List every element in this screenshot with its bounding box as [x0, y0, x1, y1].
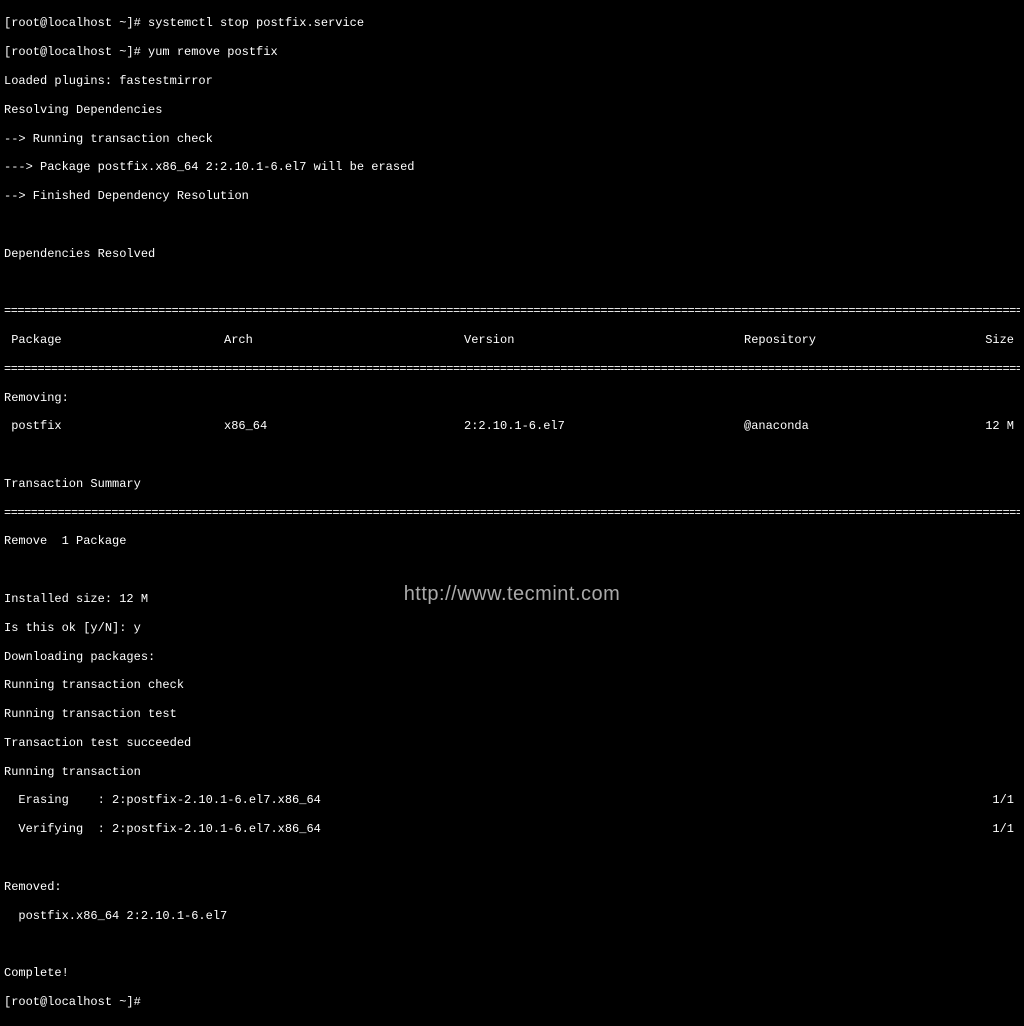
- transaction-summary-label: Transaction Summary: [4, 477, 1020, 491]
- terminal-output[interactable]: [root@localhost ~]# systemctl stop postf…: [0, 0, 1024, 1026]
- pkg-name: postfix: [4, 419, 224, 433]
- pkg-version: 2:2.10.1-6.el7: [464, 419, 744, 433]
- output-line: --> Running transaction check: [4, 132, 1020, 146]
- output-line: Dependencies Resolved: [4, 247, 1020, 261]
- blank-line: [4, 563, 1020, 577]
- output-line: ---> Package postfix.x86_64 2:2.10.1-6.e…: [4, 160, 1020, 174]
- verifying-label: Verifying : 2:postfix-2.10.1-6.el7.x86_6…: [4, 822, 321, 836]
- verifying-progress: 1/1: [992, 822, 1020, 836]
- output-line: Transaction test succeeded: [4, 736, 1020, 750]
- shell-prompt: [root@localhost ~]#: [4, 45, 148, 59]
- pkg-arch: x86_64: [224, 419, 464, 433]
- col-version-header: Version: [464, 333, 744, 347]
- output-line: Running transaction test: [4, 707, 1020, 721]
- blank-line: [4, 851, 1020, 865]
- output-line: Resolving Dependencies: [4, 103, 1020, 117]
- erasing-progress: 1/1: [992, 793, 1020, 807]
- col-size-header: Size: [974, 333, 1020, 347]
- pkg-repo: @anaconda: [744, 419, 974, 433]
- pkg-size: 12 M: [974, 419, 1020, 433]
- output-line: Running transaction: [4, 765, 1020, 779]
- col-repo-header: Repository: [744, 333, 974, 347]
- watermark-url: http://www.tecmint.com: [404, 582, 621, 606]
- blank-line: [4, 937, 1020, 951]
- erasing-label: Erasing : 2:postfix-2.10.1-6.el7.x86_64: [4, 793, 321, 807]
- output-line: Loaded plugins: fastestmirror: [4, 74, 1020, 88]
- table-row: postfix x86_64 2:2.10.1-6.el7 @anaconda …: [4, 419, 1020, 433]
- separator-line: ========================================…: [4, 362, 1020, 376]
- removing-section-label: Removing:: [4, 391, 1020, 405]
- verifying-row: Verifying : 2:postfix-2.10.1-6.el7.x86_6…: [4, 822, 1020, 836]
- separator-line: ========================================…: [4, 304, 1020, 318]
- output-line: --> Finished Dependency Resolution: [4, 189, 1020, 203]
- output-line: Running transaction check: [4, 678, 1020, 692]
- command-input: yum remove postfix: [148, 45, 278, 59]
- removed-label: Removed:: [4, 880, 1020, 894]
- col-package-header: Package: [4, 333, 224, 347]
- col-arch-header: Arch: [224, 333, 464, 347]
- command-input: systemctl stop postfix.service: [148, 16, 364, 30]
- separator-line: ========================================…: [4, 506, 1020, 520]
- erasing-row: Erasing : 2:postfix-2.10.1-6.el7.x86_64 …: [4, 793, 1020, 807]
- blank-line: [4, 275, 1020, 289]
- removed-package: postfix.x86_64 2:2.10.1-6.el7: [4, 909, 1020, 923]
- remove-count: Remove 1 Package: [4, 534, 1020, 548]
- table-header-row: Package Arch Version Repository Size: [4, 333, 1020, 347]
- confirm-prompt: Is this ok [y/N]: y: [4, 621, 1020, 635]
- blank-line: [4, 218, 1020, 232]
- shell-prompt: [root@localhost ~]#: [4, 16, 148, 30]
- complete-label: Complete!: [4, 966, 1020, 980]
- blank-line: [4, 448, 1020, 462]
- output-line: Downloading packages:: [4, 650, 1020, 664]
- shell-prompt[interactable]: [root@localhost ~]#: [4, 995, 148, 1009]
